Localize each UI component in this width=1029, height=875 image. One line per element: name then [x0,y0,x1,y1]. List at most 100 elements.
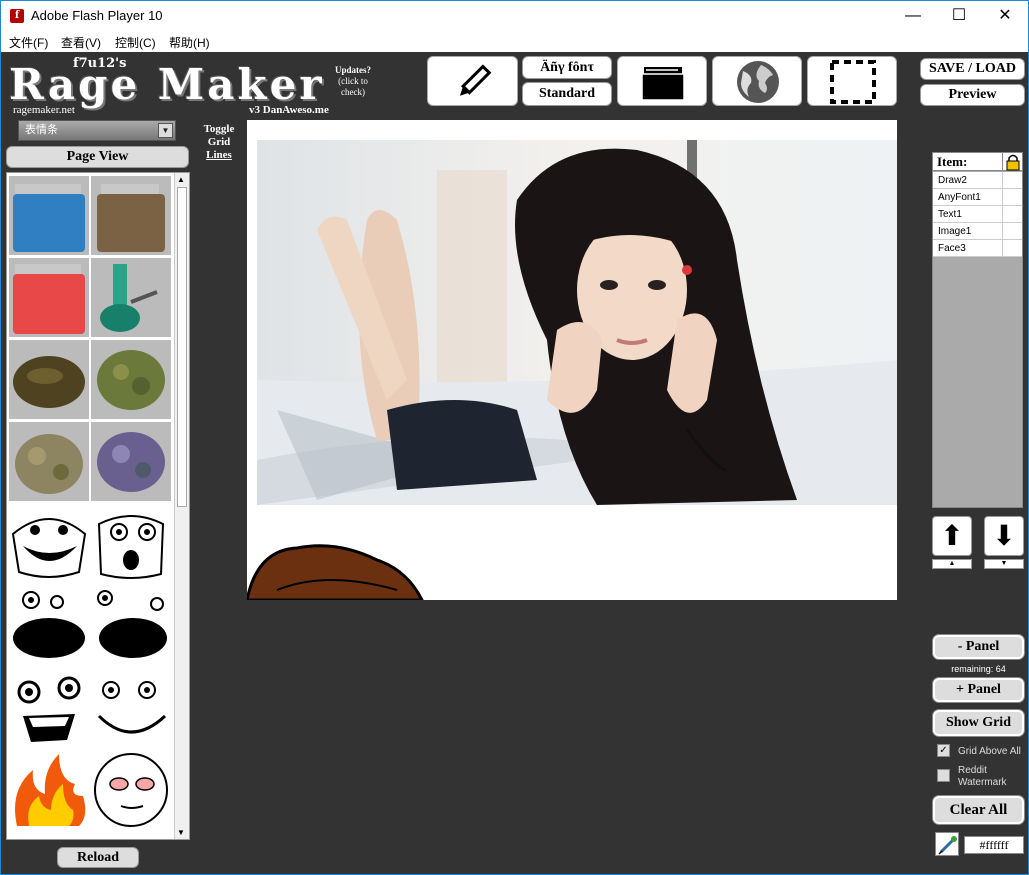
item-row[interactable]: Text1 [933,206,1022,223]
open-folder-button[interactable] [617,56,707,106]
updates-sub2: check) [341,87,365,97]
panels-remaining: remaining: 64 [951,664,1006,674]
save-load-button[interactable]: SAVE / LOAD [920,58,1025,80]
scroll-down-icon[interactable]: ▼ [177,828,185,837]
toggle-grid-lines[interactable]: Toggle Grid Lines [199,123,239,162]
globe-icon [737,61,779,103]
items-panel: Item: Draw2 AnyFont1 Text1 Image1 Face3 [932,152,1023,508]
item-lock-toggle[interactable] [1002,206,1022,222]
item-row[interactable]: AnyFont1 [933,189,1022,206]
logo-version: v3 DanAweso.me [249,104,329,116]
canvas-photo-image[interactable] [257,140,897,505]
move-to-bottom-button[interactable]: ▼ [984,559,1024,569]
maximize-button[interactable]: ☐ [936,1,982,31]
gallery-item-stoned-face[interactable] [91,750,171,829]
item-lock-toggle[interactable] [1002,223,1022,239]
comic-canvas[interactable] [247,120,897,600]
menu-bar: 文件(F) 查看(V) 控制(C) 帮助(H) [1,31,1028,52]
close-button[interactable]: ✕ [982,1,1028,31]
bud-icon [97,432,165,492]
gallery-item-angry-face[interactable] [9,668,89,747]
grid-above-all-checkbox[interactable]: ✓ [937,744,950,757]
move-down-button[interactable]: ⬇ [984,516,1024,556]
gallery-item-red-lighter[interactable] [9,258,89,337]
mouth-face-icon [97,590,167,658]
item-row[interactable]: Image1 [933,223,1022,240]
gallery-item-troll-face[interactable] [9,504,89,583]
items-header: Item: [933,153,1022,171]
item-label: Draw2 [938,175,967,186]
logo-site[interactable]: ragemaker.net [13,104,75,116]
remove-panel-button[interactable]: - Panel [933,635,1024,659]
item-row[interactable]: Draw2 [933,172,1022,189]
minimize-button[interactable]: — [890,1,936,31]
gallery-item-hash[interactable] [9,340,89,419]
gallery-item-bud[interactable] [91,340,171,419]
pencil-icon [459,64,492,96]
category-dropdown[interactable]: 表情条 ▼ [18,120,176,141]
grid-above-all-label: Grid Above All [958,746,1021,757]
show-grid-button[interactable]: Show Grid [933,710,1024,736]
menu-view[interactable]: 查看(V) [61,34,101,51]
menu-help[interactable]: 帮助(H) [169,34,210,51]
toggle-grid-word-2: Grid [207,136,231,148]
move-to-top-button[interactable]: ▲ [932,559,972,569]
color-picker-button[interactable] [935,832,959,856]
gallery-item-bud-2[interactable] [9,422,89,501]
item-lock-toggle[interactable] [1002,240,1022,256]
window-title: Adobe Flash Player 10 [31,8,163,23]
scroll-up-icon[interactable]: ▲ [177,175,185,184]
gallery-item-mouth-face[interactable] [9,586,89,665]
gallery-item-fire[interactable] [9,750,89,829]
gallery-item-brown-lighter[interactable] [91,176,171,255]
web-image-button[interactable] [712,56,802,106]
item-lock-toggle[interactable] [1002,189,1022,205]
gallery-item-shocked-face[interactable] [91,504,171,583]
item-lock-toggle[interactable] [1002,172,1022,188]
folder-icon [641,67,685,101]
rage-face-partial [247,544,424,600]
reddit-watermark-label-2: Watermark [958,777,1007,788]
eyedropper-icon [938,836,957,855]
any-font-button[interactable]: Äñγ fônτ [522,56,612,79]
item-label: Text1 [938,209,962,220]
reddit-watermark-checkbox[interactable] [937,769,950,782]
select-tool-button[interactable] [807,56,897,106]
reload-button[interactable]: Reload [57,847,139,868]
color-hex-input[interactable]: #ffffff [964,836,1024,854]
gallery-item-grin-face[interactable] [91,668,171,747]
arrow-up-icon: ⬆ [940,520,964,551]
bud-icon [97,350,165,410]
add-panel-button[interactable]: + Panel [933,678,1024,702]
gallery-item-blue-lighter[interactable] [9,176,89,255]
toggle-grid-word-3: Lines [206,149,232,161]
preview-button[interactable]: Preview [920,84,1025,106]
menu-control[interactable]: 控制(C) [115,34,156,51]
scrollbar-thumb[interactable] [177,187,187,507]
fire-icon [15,754,86,826]
updates-link[interactable]: Updates? (click to check) [331,65,375,98]
gallery-item-mouth-face-2[interactable] [91,586,171,665]
item-row[interactable]: Face3 [933,240,1022,257]
category-dropdown-value: 表情条 [25,124,58,136]
reddit-watermark-label: Reddit Watermark [958,765,1007,789]
arrow-to-bottom-icon: ▼ [1000,560,1008,567]
lighter-icon [97,184,165,252]
page-view-button[interactable]: Page View [6,146,189,168]
gallery-item-bong[interactable] [91,258,171,337]
draw-tool-button[interactable] [427,56,518,106]
lighter-icon [13,184,85,252]
menu-file[interactable]: 文件(F) [9,34,48,51]
shocked-face-icon [97,515,165,579]
gallery-scrollbar[interactable]: ▲ ▼ [174,173,189,839]
flash-icon: f [10,9,24,23]
mouth-face-icon [13,591,85,658]
move-up-button[interactable]: ⬆ [932,516,972,556]
gallery-item-purple-bud[interactable] [91,422,171,501]
arrow-to-top-icon: ▲ [948,560,956,567]
lock-icon[interactable] [1002,153,1022,171]
lighter-icon [13,264,85,334]
chevron-down-icon[interactable]: ▼ [158,123,173,138]
clear-all-button[interactable]: Clear All [933,796,1024,824]
standard-text-button[interactable]: Standard [522,82,612,106]
